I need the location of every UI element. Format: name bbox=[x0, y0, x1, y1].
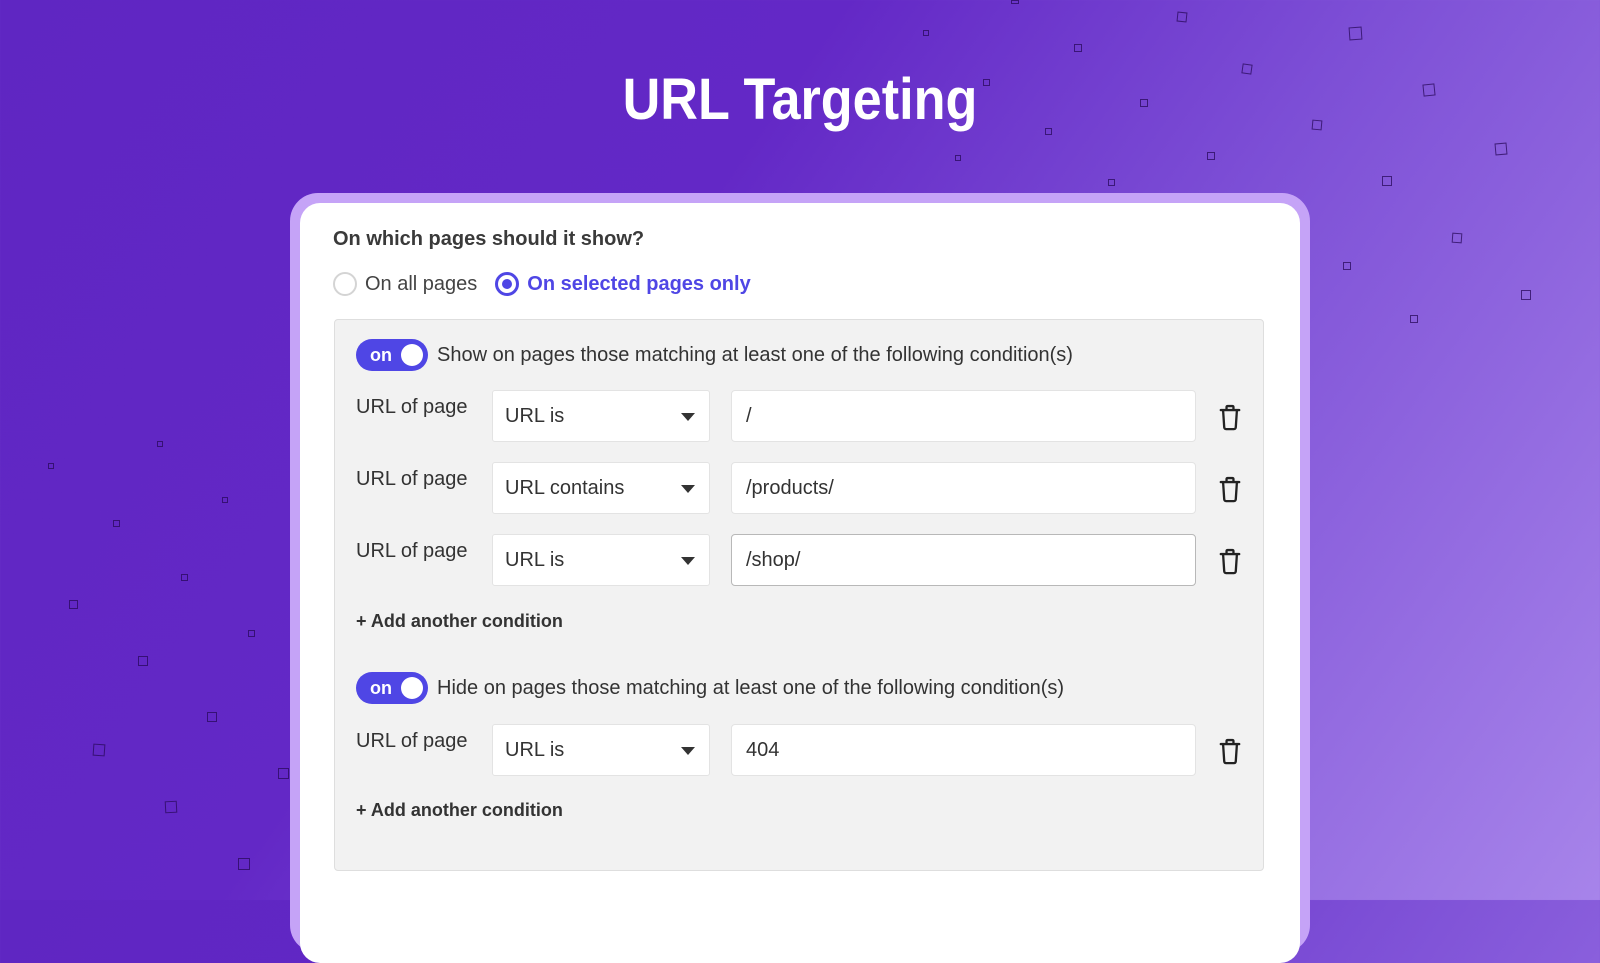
radio-all-pages[interactable] bbox=[333, 272, 357, 296]
condition-value-input[interactable] bbox=[731, 390, 1196, 442]
decorative-square bbox=[1176, 11, 1188, 23]
decorative-square bbox=[1451, 232, 1463, 244]
show-condition-row: URL of page URL is bbox=[356, 534, 1256, 586]
show-toggle-label: on bbox=[370, 344, 392, 365]
show-toggle[interactable]: on bbox=[356, 339, 428, 371]
operator-value: URL contains bbox=[505, 477, 625, 499]
decorative-square bbox=[1382, 176, 1392, 186]
trash-icon[interactable] bbox=[1216, 474, 1244, 504]
decorative-square bbox=[1343, 262, 1351, 270]
condition-operator-select[interactable]: URL is bbox=[492, 390, 710, 442]
decorative-square bbox=[278, 768, 289, 779]
show-condition-row: URL of page URL contains bbox=[356, 462, 1256, 514]
decorative-square bbox=[181, 574, 188, 581]
show-add-condition-link[interactable]: + Add another condition bbox=[356, 611, 563, 632]
radio-selected-pages-label[interactable]: On selected pages only bbox=[527, 273, 750, 296]
operator-value: URL is bbox=[505, 739, 565, 761]
toggle-knob bbox=[401, 677, 423, 699]
radio-all-pages-label[interactable]: On all pages bbox=[365, 273, 477, 296]
decorative-square bbox=[1074, 44, 1082, 52]
trash-icon[interactable] bbox=[1216, 736, 1244, 766]
show-toggle-row: on Show on pages those matching at least… bbox=[356, 339, 1073, 371]
decorative-square bbox=[222, 497, 228, 503]
condition-operator-select[interactable]: URL is bbox=[492, 534, 710, 586]
decorative-square bbox=[955, 155, 961, 161]
condition-field-label: URL of page bbox=[356, 540, 468, 562]
trash-icon[interactable] bbox=[1216, 402, 1244, 432]
operator-value: URL is bbox=[505, 405, 565, 427]
condition-field-label: URL of page bbox=[356, 396, 468, 418]
hide-toggle[interactable]: on bbox=[356, 672, 428, 704]
page-title: URL Targeting bbox=[622, 67, 978, 132]
caret-down-icon bbox=[681, 557, 695, 565]
decorative-square bbox=[1348, 26, 1363, 41]
hide-toggle-row: on Hide on pages those matching at least… bbox=[356, 672, 1064, 704]
condition-field-label: URL of page bbox=[356, 730, 468, 752]
decorative-square bbox=[69, 600, 78, 609]
decorative-square bbox=[113, 520, 120, 527]
hide-toggle-label: on bbox=[370, 677, 392, 698]
decorative-square bbox=[923, 30, 929, 36]
decorative-square bbox=[1410, 315, 1418, 323]
decorative-square bbox=[157, 441, 163, 447]
decorative-square bbox=[1207, 152, 1215, 160]
hide-condition-row: URL of page URL is bbox=[356, 724, 1256, 776]
hide-add-condition-link[interactable]: + Add another condition bbox=[356, 800, 563, 821]
decorative-square bbox=[1011, 0, 1019, 4]
condition-value-input[interactable] bbox=[731, 534, 1196, 586]
condition-operator-select[interactable]: URL is bbox=[492, 724, 710, 776]
operator-value: URL is bbox=[505, 549, 565, 571]
pages-question: On which pages should it show? bbox=[333, 228, 645, 250]
toggle-knob bbox=[401, 344, 423, 366]
decorative-square bbox=[1108, 179, 1115, 186]
decorative-square bbox=[248, 630, 255, 637]
show-description: Show on pages those matching at least on… bbox=[437, 343, 1073, 366]
decorative-square bbox=[138, 656, 148, 666]
caret-down-icon bbox=[681, 413, 695, 421]
decorative-square bbox=[1494, 142, 1508, 156]
caret-down-icon bbox=[681, 747, 695, 755]
decorative-square bbox=[92, 743, 106, 757]
page-scope-radio-group: On all pages On selected pages only bbox=[333, 272, 751, 296]
decorative-square bbox=[164, 800, 178, 814]
condition-field-label: URL of page bbox=[356, 468, 468, 490]
decorative-square bbox=[207, 712, 217, 722]
hide-description: Hide on pages those matching at least on… bbox=[437, 676, 1065, 699]
radio-selected-pages[interactable] bbox=[495, 272, 520, 296]
condition-value-input[interactable] bbox=[731, 724, 1196, 776]
condition-operator-select[interactable]: URL contains bbox=[492, 462, 710, 514]
decorative-square bbox=[238, 858, 250, 870]
show-condition-row: URL of page URL is bbox=[356, 390, 1256, 442]
decorative-square bbox=[48, 463, 54, 469]
trash-icon[interactable] bbox=[1216, 546, 1244, 576]
condition-value-input[interactable] bbox=[731, 462, 1196, 514]
caret-down-icon bbox=[681, 485, 695, 493]
decorative-square bbox=[1521, 290, 1531, 300]
